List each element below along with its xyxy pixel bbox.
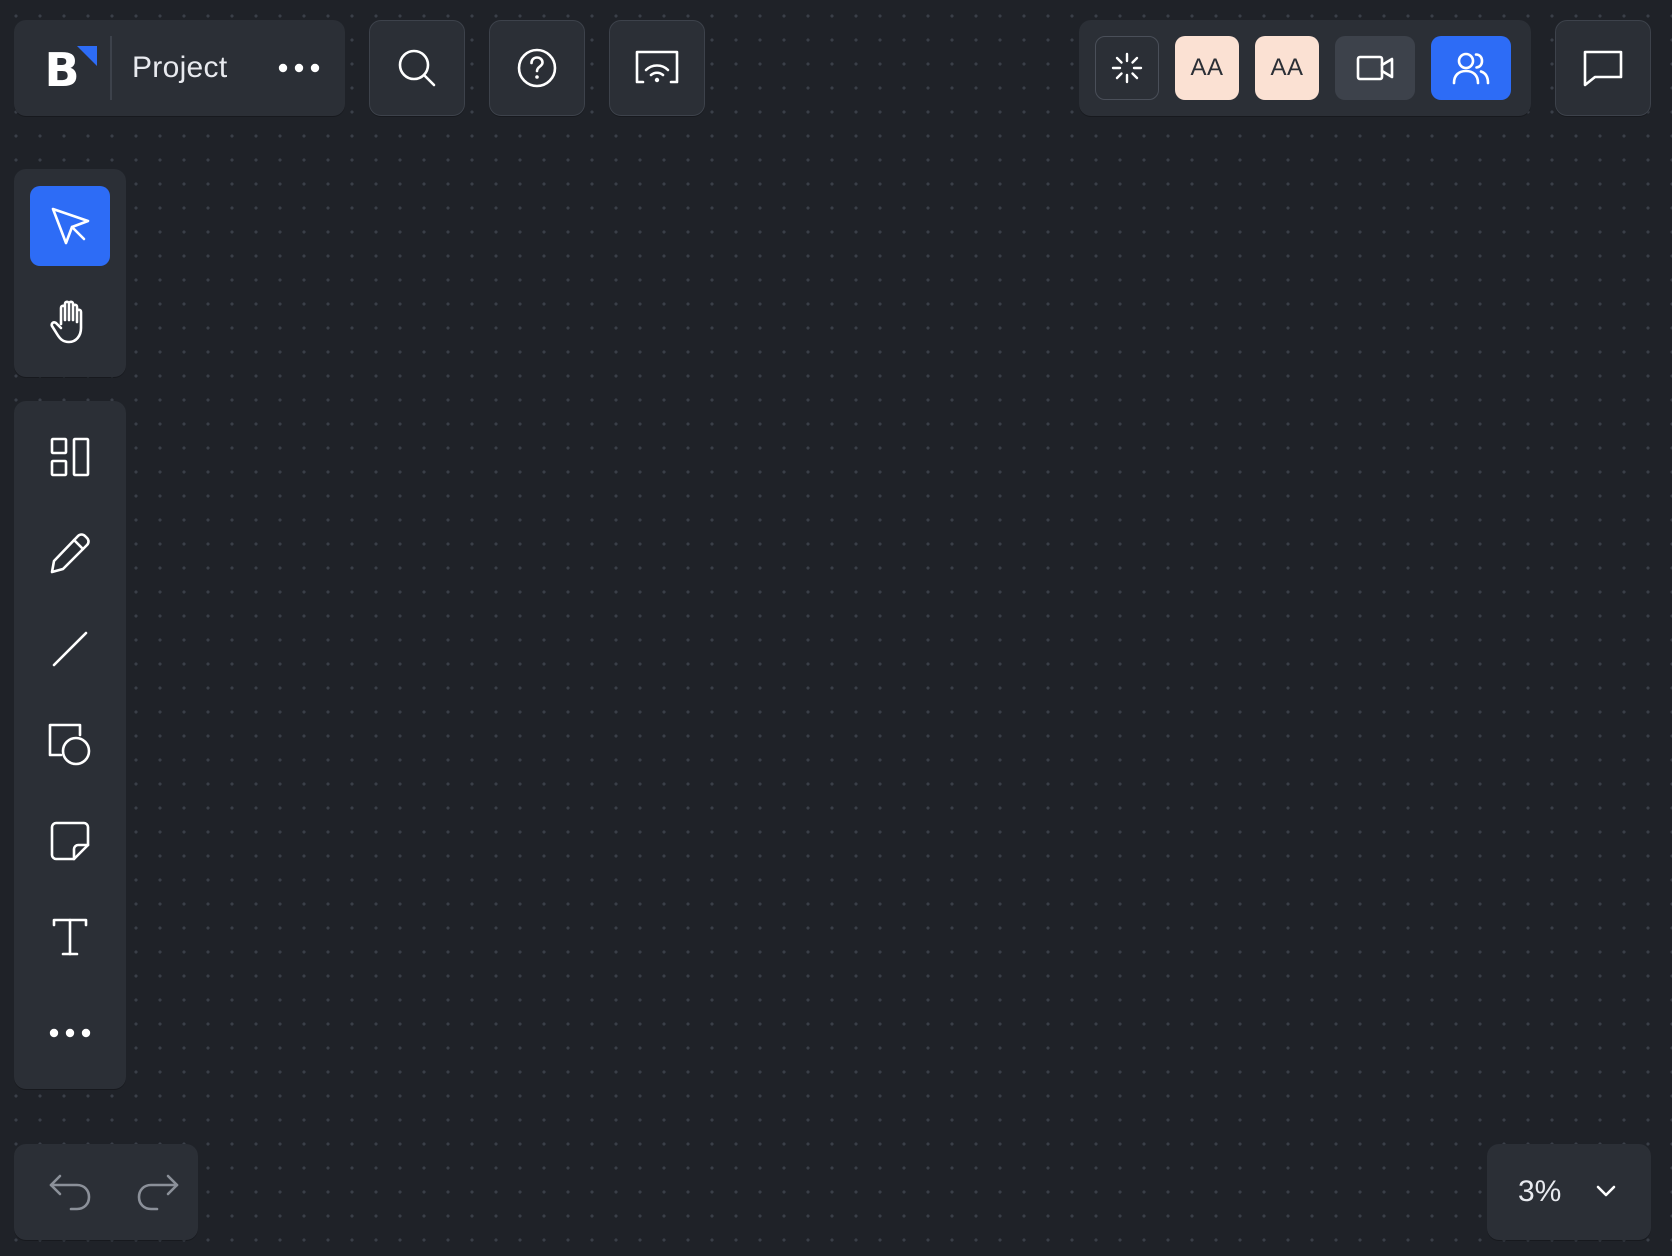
cast-button[interactable] <box>609 20 705 116</box>
hand-tool[interactable] <box>30 282 110 362</box>
collaborator-avatar[interactable]: AA <box>1255 36 1319 100</box>
sticky-note-icon <box>50 821 90 861</box>
templates-icon <box>50 437 90 477</box>
mode-toolbar <box>14 169 126 377</box>
chevron-down-icon <box>1596 1185 1616 1197</box>
spark-button[interactable] <box>1095 36 1159 100</box>
pen-tool[interactable] <box>30 513 110 593</box>
search-icon <box>398 49 436 87</box>
video-call-button[interactable] <box>1335 36 1415 100</box>
app-logo[interactable]: B <box>14 20 110 116</box>
project-panel: B Project <box>14 20 345 116</box>
zoom-level: 3% <box>1518 1175 1562 1208</box>
redo-icon <box>137 1174 179 1211</box>
collaborator-avatar[interactable]: AA <box>1175 36 1239 100</box>
text-tool[interactable] <box>30 897 110 977</box>
tools-toolbar <box>14 401 126 1089</box>
more-horizontal-icon <box>278 63 320 73</box>
help-icon <box>517 48 557 88</box>
cast-icon <box>635 50 679 84</box>
divider <box>110 36 112 100</box>
templates-tool[interactable] <box>30 417 110 497</box>
comments-button[interactable] <box>1555 20 1651 116</box>
shapes-icon <box>48 723 91 766</box>
hand-icon <box>50 300 83 344</box>
undo-icon <box>49 1174 91 1211</box>
text-icon <box>52 918 88 956</box>
project-menu-button[interactable] <box>275 50 323 86</box>
logo-corner-mark-icon <box>77 46 97 66</box>
help-button[interactable] <box>489 20 585 116</box>
spark-icon <box>1111 52 1143 84</box>
collaboration-panel: AA AA <box>1079 20 1531 116</box>
avatar-initials: AA <box>1270 54 1304 81</box>
cursor-icon <box>51 207 90 245</box>
undo-button[interactable] <box>38 1160 102 1224</box>
zoom-control[interactable]: 3% <box>1487 1144 1651 1240</box>
comment-icon <box>1583 50 1623 87</box>
redo-button[interactable] <box>126 1160 190 1224</box>
people-icon <box>1452 52 1490 85</box>
project-title[interactable]: Project <box>132 51 227 85</box>
sticky-note-tool[interactable] <box>30 801 110 881</box>
pen-icon <box>50 533 90 574</box>
line-tool[interactable] <box>30 609 110 689</box>
avatar-initials: AA <box>1190 54 1224 81</box>
video-camera-icon <box>1356 55 1394 81</box>
history-panel <box>14 1144 198 1240</box>
select-tool[interactable] <box>30 186 110 266</box>
more-icon <box>49 1028 91 1038</box>
more-tools-button[interactable] <box>30 993 110 1073</box>
line-icon <box>52 631 88 667</box>
shapes-tool[interactable] <box>30 705 110 785</box>
search-button[interactable] <box>369 20 465 116</box>
people-button[interactable] <box>1431 36 1511 100</box>
